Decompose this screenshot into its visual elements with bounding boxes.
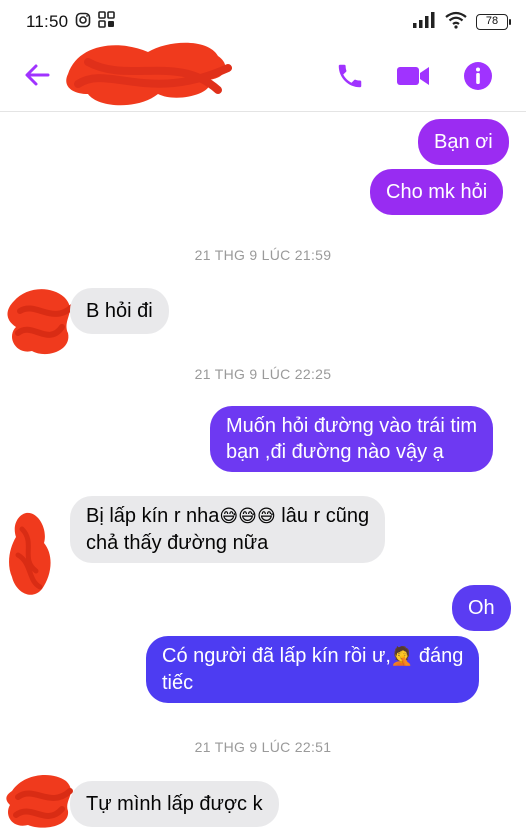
timestamp: 21 THG 9 LÚC 22:25 bbox=[194, 366, 332, 382]
message-text-line: bạn ,đi đường nào vậy ạ bbox=[226, 441, 444, 463]
message-text-line: chả thấy đường nữa bbox=[86, 532, 269, 554]
timestamp: 21 THG 9 LÚC 22:51 bbox=[194, 739, 332, 755]
signal-icon bbox=[412, 11, 436, 33]
message-thread[interactable]: Bạn ơi Cho mk hỏi 21 THG 9 LÚC 21:59 B h… bbox=[0, 113, 526, 831]
message-text: đáng bbox=[413, 645, 464, 667]
message-bubble-outgoing[interactable]: Cho mk hỏi bbox=[370, 169, 504, 215]
message-bubble-incoming[interactable]: Tự mình lấp được k bbox=[70, 781, 279, 827]
sweat-smile-emoji-icon: 😅😅😅 bbox=[219, 506, 276, 527]
instagram-icon bbox=[75, 12, 91, 33]
timestamp: 21 THG 9 LÚC 21:59 bbox=[194, 247, 332, 263]
message-bubble-outgoing[interactable]: Có người đã lấp kín rồi ư,🤦 đáng tiếc bbox=[146, 636, 480, 703]
message-text: Bị lấp kín r nha bbox=[86, 505, 220, 527]
message-bubble-incoming[interactable]: Bị lấp kín r nha😅😅😅 lâu r cũng chả thấy … bbox=[70, 496, 386, 563]
conversation-header bbox=[0, 42, 526, 112]
message-text: Cho mk hỏi bbox=[386, 181, 488, 203]
message-text: B hỏi đi bbox=[86, 300, 153, 322]
info-button[interactable] bbox=[461, 59, 495, 93]
message-bubble-outgoing[interactable]: Muốn hỏi đường vào trái tim bạn ,đi đườn… bbox=[210, 406, 494, 472]
status-time: 11:50 bbox=[26, 12, 69, 31]
avatar[interactable] bbox=[2, 769, 78, 831]
message-text: Oh bbox=[468, 597, 495, 619]
video-camera-icon bbox=[397, 67, 429, 85]
battery-indicator: 78 bbox=[476, 14, 511, 30]
avatar[interactable] bbox=[2, 509, 62, 599]
avatar[interactable] bbox=[2, 281, 78, 361]
app-grid-icon bbox=[98, 11, 116, 33]
info-icon bbox=[464, 62, 492, 90]
wifi-icon bbox=[444, 11, 468, 34]
phone-icon bbox=[338, 64, 362, 88]
back-button[interactable] bbox=[22, 60, 52, 90]
call-button[interactable] bbox=[333, 59, 367, 93]
message-text: Bạn ơi bbox=[434, 131, 493, 153]
message-bubble-incoming[interactable]: B hỏi đi bbox=[70, 288, 169, 334]
video-call-button[interactable] bbox=[396, 59, 430, 93]
message-text: lâu r cũng bbox=[275, 505, 370, 527]
message-text-line: tiếc bbox=[162, 672, 194, 694]
message-text-line: Muốn hỏi đường vào trái tim bbox=[226, 415, 478, 437]
message-bubble-outgoing[interactable]: Oh bbox=[452, 585, 511, 631]
arrow-left-icon bbox=[25, 64, 50, 86]
redaction-scribble bbox=[66, 42, 232, 106]
message-text: Có người đã lấp kín rồi ư, bbox=[162, 645, 391, 667]
message-text: Tự mình lấp được k bbox=[86, 793, 263, 815]
facepalm-emoji-icon: 🤦 bbox=[390, 646, 414, 667]
message-bubble-outgoing[interactable]: Bạn ơi bbox=[418, 119, 509, 165]
